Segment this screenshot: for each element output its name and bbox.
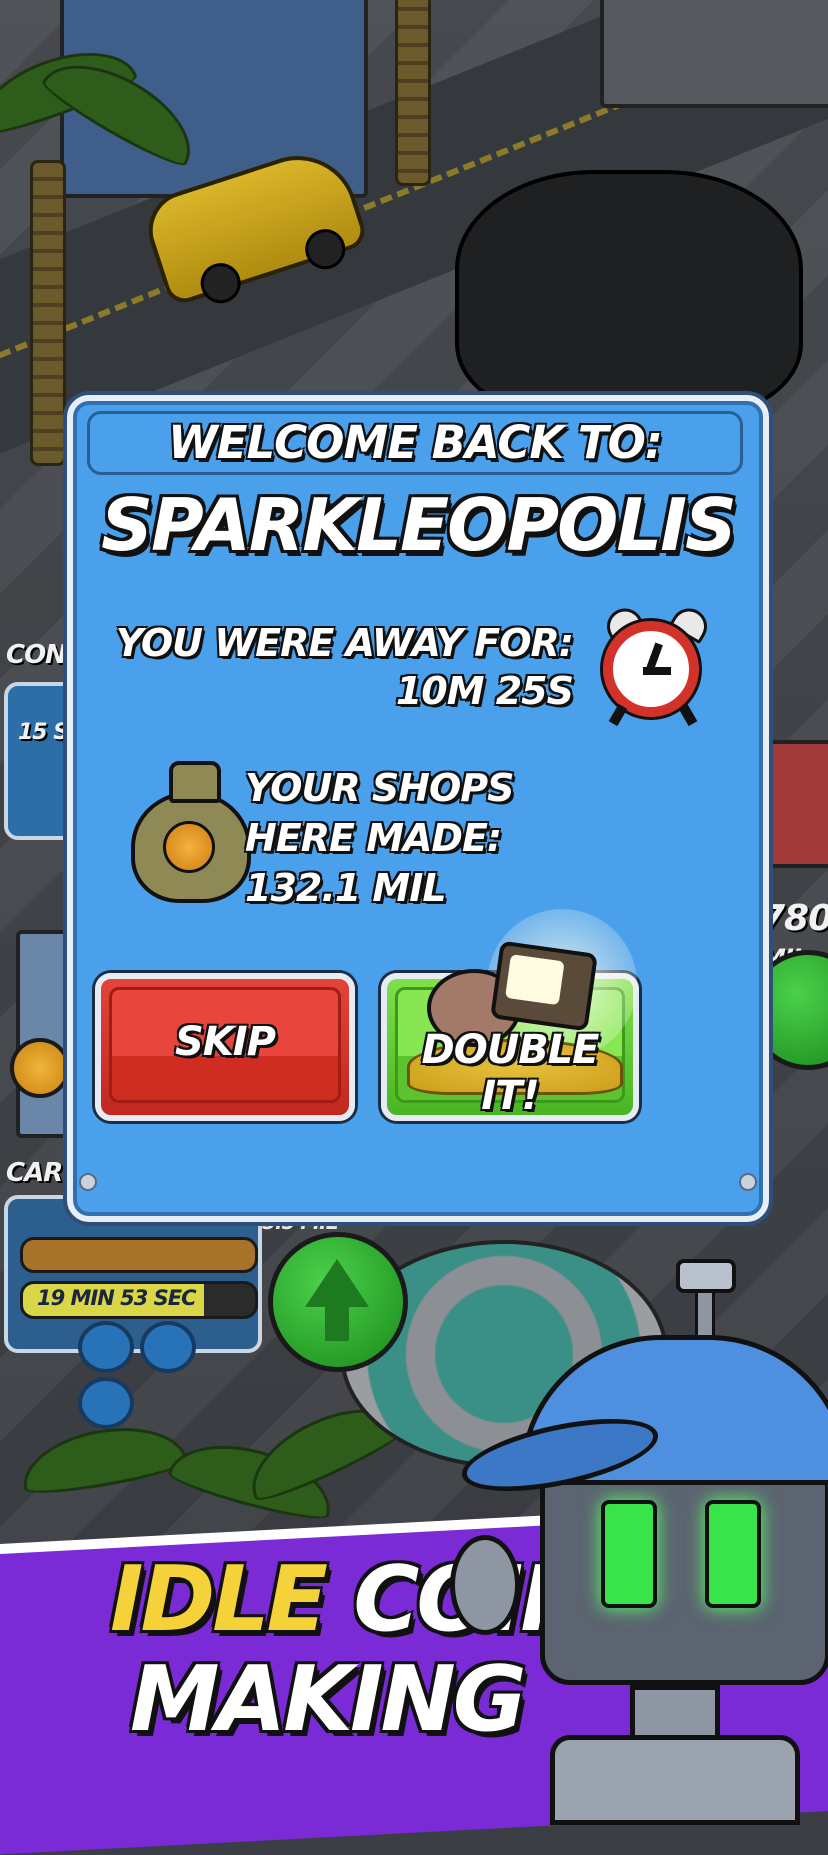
welcome-back-dialog: WELCOME BACK TO: SPARKLEOPOLIS YOU WERE … <box>67 395 769 1222</box>
tagline-idle: IDLE <box>110 1547 328 1652</box>
tv-icon <box>490 940 598 1032</box>
shop-timer-bar: 19 MIN 53 SEC <box>20 1281 258 1319</box>
manager-slots <box>78 1321 258 1433</box>
money-bag-icon <box>131 761 251 903</box>
statue <box>455 170 803 418</box>
building <box>760 740 828 868</box>
clock-leg <box>608 703 628 727</box>
robot-mascot <box>450 1259 828 1825</box>
shops-amount: 132.1 MIL <box>245 866 447 910</box>
robot-eye <box>705 1500 761 1608</box>
robot-antenna-tip <box>676 1259 736 1293</box>
manager-slot[interactable] <box>78 1377 134 1429</box>
city-name: SPARKLEOPOLIS <box>101 483 737 567</box>
up-arrow-icon <box>305 1259 369 1307</box>
robot-ear <box>450 1535 520 1635</box>
shops-line-1: YOUR SHOPS <box>245 766 515 810</box>
upgrade-button[interactable] <box>268 1232 408 1372</box>
manager-slot[interactable] <box>140 1321 196 1373</box>
clock-hand <box>643 667 671 675</box>
robot-head <box>540 1455 828 1685</box>
double-label: DOUBLE IT! <box>421 1027 600 1119</box>
away-label: YOU WERE AWAY FOR: <box>115 621 574 665</box>
tv-screen <box>504 954 565 1006</box>
manager-slot[interactable] <box>78 1321 134 1373</box>
right-shop-number: 780 <box>760 898 828 939</box>
left-shop-label-1: CON <box>6 640 67 670</box>
clock-leg <box>678 703 698 727</box>
away-time: 10M 25S <box>395 669 574 713</box>
skip-label: SKIP <box>174 1019 276 1065</box>
coin-icon <box>10 1038 70 1098</box>
left-shop-timer: 15 S <box>18 720 69 745</box>
robot-body <box>550 1735 800 1825</box>
shops-earnings: YOUR SHOPS HERE MADE: 132.1 MIL <box>245 763 515 913</box>
palm-tree <box>395 0 431 186</box>
shops-line-2: HERE MADE: <box>245 816 502 860</box>
skip-button[interactable]: SKIP <box>95 973 355 1121</box>
robot-eye <box>601 1500 657 1608</box>
dialog-header-text: WELCOME BACK TO: <box>168 416 663 469</box>
alarm-clock-icon <box>595 601 714 727</box>
bag-coin <box>163 821 215 873</box>
up-arrow-stem <box>325 1305 349 1341</box>
bolt <box>79 1173 97 1191</box>
left-shop-label-2: CAR <box>6 1158 63 1188</box>
bolt <box>739 1173 757 1191</box>
bag-neck <box>169 761 221 803</box>
palm-tree <box>30 160 66 466</box>
double-it-button[interactable]: DOUBLE IT! <box>381 909 639 1121</box>
shop-timer-text: 19 MIN 53 SEC <box>37 1286 197 1310</box>
building <box>600 0 828 108</box>
dialog-header: WELCOME BACK TO: <box>87 411 743 475</box>
shop-progress-top <box>20 1237 258 1273</box>
